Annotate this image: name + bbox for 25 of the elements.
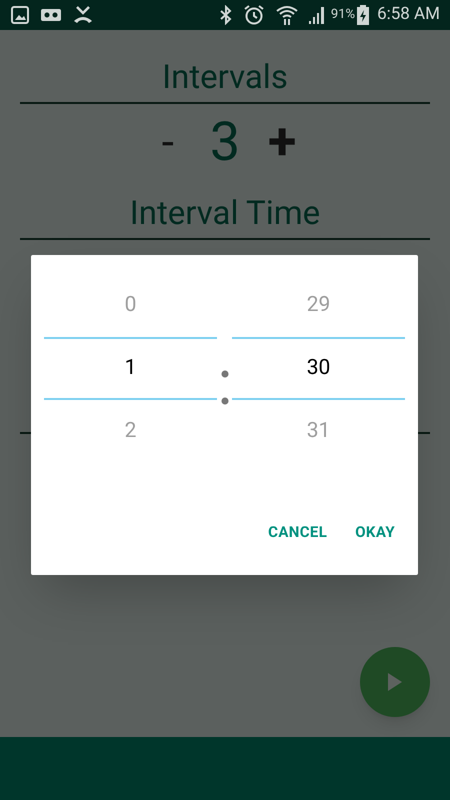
image-icon xyxy=(10,5,30,25)
increment-button[interactable]: + xyxy=(262,116,302,168)
picker-value[interactable]: 1 xyxy=(124,352,136,384)
picker-value[interactable]: 29 xyxy=(306,290,330,322)
decrement-button[interactable]: - xyxy=(148,109,188,175)
picker-value[interactable]: 0 xyxy=(124,290,136,322)
alarm-icon xyxy=(242,4,265,26)
voicemail-icon xyxy=(40,7,62,23)
battery-percent: 91% xyxy=(330,6,356,24)
colon-separator-icon xyxy=(220,370,228,405)
picker-value[interactable]: 2 xyxy=(124,416,136,448)
intervals-title: Intervals xyxy=(162,58,288,98)
clock-time: 6:58 AM xyxy=(377,3,440,26)
bluetooth-icon xyxy=(218,5,233,25)
play-icon xyxy=(387,672,403,692)
dialog-button[interactable]: OKAY xyxy=(345,515,405,550)
battery-charging-icon xyxy=(357,5,370,25)
wifi-icon xyxy=(274,4,299,26)
picker-value[interactable]: 30 xyxy=(306,352,330,384)
interval-count: 3 xyxy=(210,110,240,176)
dialog-button[interactable]: CANCEL xyxy=(258,515,338,550)
interval-time-title: Interval Time xyxy=(130,194,320,234)
signal-icon xyxy=(306,5,327,25)
missed-call-icon xyxy=(72,5,94,25)
picker-value[interactable]: 31 xyxy=(306,416,330,448)
